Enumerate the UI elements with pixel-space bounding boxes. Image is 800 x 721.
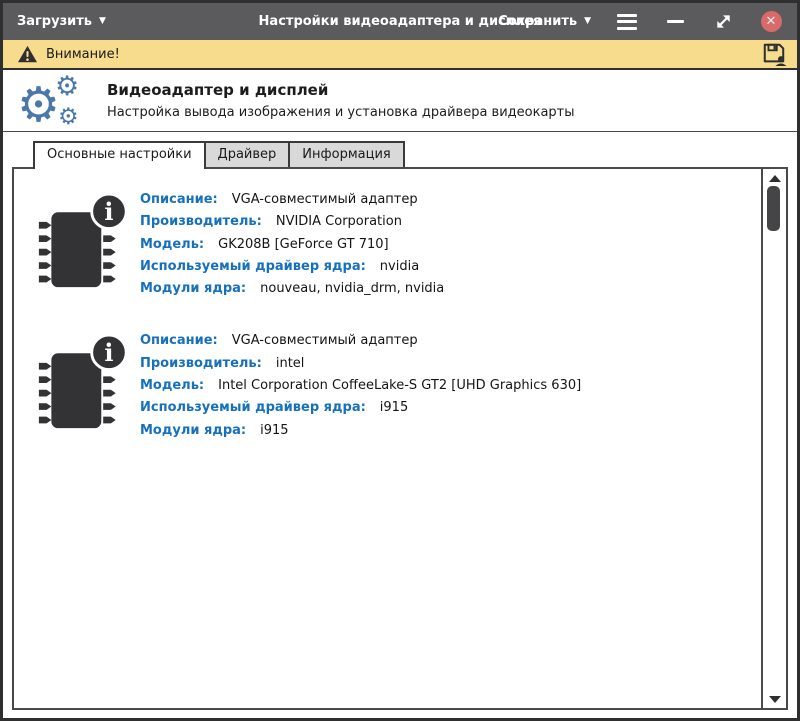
adapter-entry: i Описание: VGA-совместимый адаптер Произв… [36, 187, 751, 300]
save-elevated-button[interactable] [761, 42, 787, 66]
minimize-button[interactable] [663, 10, 687, 34]
resize-icon [714, 12, 733, 31]
load-menu-button[interactable]: Загрузить ▼ [17, 14, 106, 29]
resize-button[interactable] [711, 10, 735, 34]
page-title: Видеоадаптер и дисплей [107, 81, 575, 99]
field-value: intel [276, 356, 305, 371]
field-value: nouveau, nvidia_drm, nvidia [260, 281, 444, 296]
scroll-down-button[interactable] [763, 692, 786, 706]
field-value: VGA-совместимый адаптер [232, 192, 418, 207]
adapter-field: Модули ядра: nouveau, nvidia_drm, nvidia [140, 278, 444, 300]
field-value: GK208B [GeForce GT 710] [218, 237, 388, 252]
field-label: Используемый драйвер ядра: [140, 400, 366, 415]
field-label: Модули ядра: [140, 281, 246, 296]
app-window: Загрузить ▼ Настройки видеоадаптера и ди… [0, 0, 800, 721]
field-value: i915 [260, 423, 288, 438]
field-label: Описание: [140, 192, 218, 207]
tab-information[interactable]: Информация [288, 141, 404, 167]
hamburger-icon [617, 14, 637, 30]
svg-text:i: i [104, 338, 113, 367]
adapter-field: Используемый драйвер ядра: nvidia [140, 256, 444, 278]
floppy-user-icon [761, 42, 787, 66]
field-value: nvidia [380, 259, 419, 274]
scroll-up-button[interactable] [763, 171, 786, 185]
close-button[interactable]: ✕ [759, 10, 783, 34]
warning-label: Внимание! [46, 47, 120, 62]
adapter-fields: Описание: VGA-совместимый адаптер Производ… [140, 328, 581, 441]
tab-driver[interactable]: Драйвер [204, 141, 291, 167]
adapter-field: Модель: Intel Corporation CoffeeLake-S GT… [140, 375, 581, 397]
field-label: Производитель: [140, 214, 262, 229]
field-value: i915 [380, 400, 408, 415]
adapter-entry: i Описание: VGA-совместимый адаптер Произв… [36, 328, 751, 441]
adapter-field: Описание: VGA-совместимый адаптер [140, 189, 444, 211]
chip-icon: i [36, 187, 140, 300]
warning-bar: Внимание! [3, 40, 797, 70]
field-label: Производитель: [140, 356, 262, 371]
field-label: Описание: [140, 333, 218, 348]
svg-text:i: i [104, 197, 113, 226]
app-header: ⚙ ⚙ ⚙ Видеоадаптер и дисплей Настройка в… [3, 70, 797, 132]
field-value: NVIDIA Corporation [276, 214, 402, 229]
adapter-field: Производитель: NVIDIA Corporation [140, 211, 444, 233]
arrow-up-icon [769, 175, 781, 182]
tab-main-settings[interactable]: Основные настройки [33, 141, 206, 169]
field-label: Модули ядра: [140, 423, 246, 438]
adapter-fields: Описание: VGA-совместимый адаптер Производ… [140, 187, 444, 300]
chevron-down-icon: ▼ [99, 17, 106, 26]
field-label: Модель: [140, 237, 204, 252]
save-menu-button[interactable]: Сохранить ▼ [498, 14, 591, 29]
adapter-field: Производитель: intel [140, 353, 581, 375]
save-menu-label: Сохранить [498, 14, 577, 29]
field-value: Intel Corporation CoffeeLake-S GT2 [UHD … [218, 378, 581, 393]
info-badge-icon: i [92, 194, 127, 229]
adapter-field: Описание: VGA-совместимый адаптер [140, 330, 581, 352]
arrow-down-icon [769, 696, 781, 703]
minimize-icon [667, 20, 684, 24]
field-label: Модель: [140, 378, 204, 393]
titlebar: Загрузить ▼ Настройки видеоадаптера и ди… [3, 3, 797, 40]
info-badge-icon: i [92, 336, 127, 371]
field-value: VGA-совместимый адаптер [232, 333, 418, 348]
adapter-field: Модель: GK208B [GeForce GT 710] [140, 234, 444, 256]
adapter-field: Модули ядра: i915 [140, 420, 581, 442]
gears-icon: ⚙ ⚙ ⚙ [17, 73, 85, 129]
close-icon: ✕ [761, 11, 782, 32]
chevron-down-icon: ▼ [584, 17, 591, 26]
warning-icon [17, 45, 38, 64]
page-subtitle: Настройка вывода изображения и установка… [107, 105, 575, 120]
adapter-list: i Описание: VGA-совместимый адаптер Произв… [14, 169, 761, 708]
load-menu-label: Загрузить [17, 14, 92, 29]
scroll-thumb[interactable] [767, 186, 780, 231]
tab-bar: Основные настройки Драйвер Информация [3, 132, 797, 167]
field-label: Используемый драйвер ядра: [140, 259, 366, 274]
scrollbar-track[interactable] [761, 169, 786, 708]
menu-button[interactable] [615, 10, 639, 34]
chip-icon: i [36, 328, 140, 441]
adapter-field: Используемый драйвер ядра: i915 [140, 397, 581, 419]
content-panel: i Описание: VGA-совместимый адаптер Произв… [12, 167, 788, 710]
